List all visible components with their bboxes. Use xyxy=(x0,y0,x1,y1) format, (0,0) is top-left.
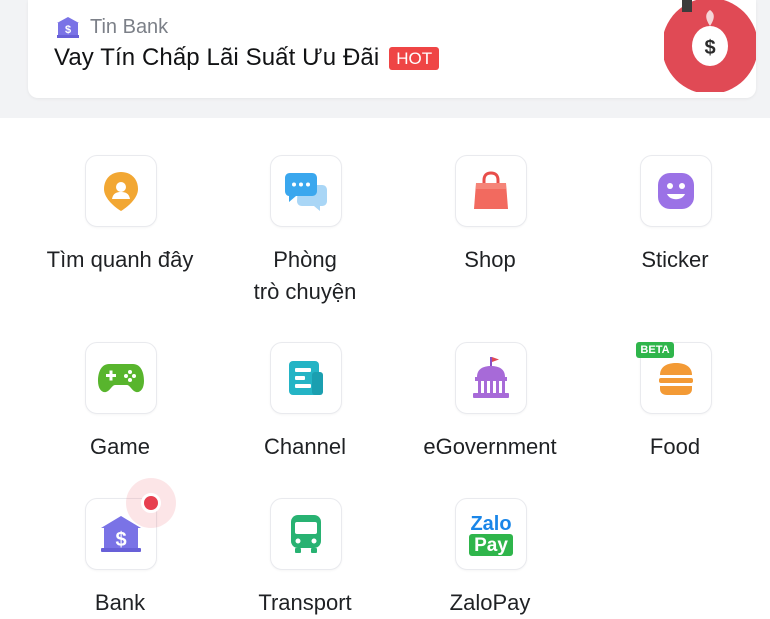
app-shop[interactable] xyxy=(455,155,527,227)
channel-doc-icon xyxy=(289,361,323,395)
shopping-bag-icon xyxy=(474,171,508,209)
zalopay-logo-zalo: Zalo xyxy=(470,513,511,535)
app-tim-quanh-day[interactable] xyxy=(85,155,157,227)
chat-bubbles-icon xyxy=(285,173,327,211)
app-label: eGovernment xyxy=(423,434,557,459)
promo-source-label: Tin Bank xyxy=(90,15,169,38)
app-label: Game xyxy=(90,434,150,459)
promo-title-text: Vay Tín Chấp Lãi Suất Ưu Đãi xyxy=(54,44,380,71)
app-label: ZaloPay xyxy=(449,590,531,615)
svg-text:$: $ xyxy=(704,37,715,59)
zalopay-logo: Zalo Pay xyxy=(469,513,513,556)
svg-text:$: $ xyxy=(65,24,71,36)
app-label: Tìm quanh đây xyxy=(46,247,194,272)
bank-icon: $ xyxy=(57,17,79,38)
zalopay-logo-pay: Pay xyxy=(474,535,508,556)
notification-dot xyxy=(126,478,176,528)
promo-card[interactable]: $ Tin Bank Vay Tín Chấp Lãi Suất Ưu Đãi … xyxy=(28,0,756,98)
app-sticker[interactable] xyxy=(640,155,712,227)
gamepad-icon xyxy=(98,364,144,393)
beta-tag: BETA xyxy=(636,342,674,358)
government-building-icon xyxy=(473,357,509,398)
app-phong-tro-chuyen[interactable] xyxy=(270,155,342,227)
app-label: Food xyxy=(649,434,701,459)
app-game[interactable] xyxy=(85,342,157,414)
app-egovernment[interactable] xyxy=(455,342,527,414)
svg-text:$: $ xyxy=(115,529,126,551)
burger-icon xyxy=(659,363,693,395)
app-zalopay[interactable]: Zalo Pay xyxy=(455,498,527,570)
bus-icon xyxy=(291,515,321,553)
app-label: Phòng trò chuyện xyxy=(215,244,395,308)
app-channel[interactable] xyxy=(270,342,342,414)
promo-title: Vay Tín Chấp Lãi Suất Ưu Đãi HOT xyxy=(54,44,440,72)
app-label-line1: Phòng xyxy=(273,247,337,272)
promo-source: $ Tin Bank xyxy=(56,14,168,40)
smiley-sticker-icon xyxy=(658,173,694,209)
app-label: Sticker xyxy=(641,247,709,272)
hot-badge: HOT xyxy=(389,46,440,70)
app-label: Bank xyxy=(94,590,146,615)
app-transport[interactable] xyxy=(270,498,342,570)
app-label: Transport xyxy=(258,590,352,615)
app-label-line2: trò chuyện xyxy=(253,279,357,304)
location-pin-icon xyxy=(104,172,138,211)
app-label: Shop xyxy=(464,247,516,272)
app-label: Channel xyxy=(264,434,346,459)
money-bag-icon: $ xyxy=(664,0,756,92)
